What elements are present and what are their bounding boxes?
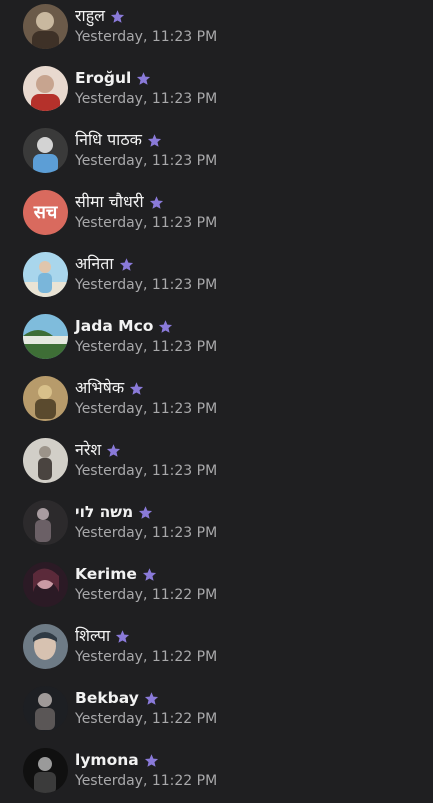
contact-row[interactable]: राहुल Yesterday, 11:23 PM xyxy=(0,0,433,62)
star-icon xyxy=(142,567,156,581)
contact-name-line: राहुल xyxy=(75,7,125,25)
contact-timestamp: Yesterday, 11:22 PM xyxy=(75,711,218,727)
contact-name: अनिता xyxy=(75,254,114,273)
contact-timestamp: Yesterday, 11:23 PM xyxy=(75,91,218,107)
contact-timestamp: Yesterday, 11:23 PM xyxy=(75,29,218,45)
avatar-photo-icon xyxy=(23,128,68,173)
star-icon xyxy=(144,691,158,705)
contact-name-line: משה לוי xyxy=(75,503,153,521)
avatar[interactable] xyxy=(23,4,68,49)
contact-timestamp: Yesterday, 11:22 PM xyxy=(75,773,218,789)
avatar-photo-icon xyxy=(23,686,68,731)
avatar[interactable] xyxy=(23,624,68,669)
contact-name: Bekbay xyxy=(75,689,139,707)
contact-name: Jada Mco xyxy=(75,317,154,335)
avatar-initials[interactable]: सच xyxy=(23,190,68,235)
contact-name-line: Kerime xyxy=(75,565,157,583)
contact-name: राहुल xyxy=(75,6,106,25)
contact-timestamp: Yesterday, 11:22 PM xyxy=(75,587,218,603)
avatar[interactable] xyxy=(23,314,68,359)
contact-row[interactable]: Kerime Yesterday, 11:22 PM xyxy=(0,558,433,620)
contact-timestamp: Yesterday, 11:23 PM xyxy=(75,339,218,355)
star-icon xyxy=(130,381,144,395)
avatar-photo-icon xyxy=(23,66,68,111)
contact-row[interactable]: अनिता Yesterday, 11:23 PM xyxy=(0,248,433,310)
avatar-photo-icon xyxy=(23,4,68,49)
avatar-photo-icon xyxy=(23,438,68,483)
contact-name-line: अनिता xyxy=(75,255,134,273)
contact-timestamp: Yesterday, 11:23 PM xyxy=(75,401,218,417)
avatar[interactable] xyxy=(23,748,68,793)
avatar[interactable] xyxy=(23,500,68,545)
avatar[interactable] xyxy=(23,128,68,173)
contact-name: अभिषेक xyxy=(75,378,125,397)
contact-timestamp: Yesterday, 11:23 PM xyxy=(75,525,218,541)
contact-name-line: अभिषेक xyxy=(75,379,144,397)
star-icon xyxy=(137,71,151,85)
contact-row[interactable]: משה לוי Yesterday, 11:23 PM xyxy=(0,496,433,558)
avatar-photo-icon xyxy=(23,562,68,607)
contact-name-line: नरेश xyxy=(75,441,121,459)
avatar-photo-icon xyxy=(23,376,68,421)
contact-name-line: निधि पाठक xyxy=(75,131,162,149)
contact-name-line: सीमा चौधरी xyxy=(75,193,164,211)
star-icon xyxy=(110,9,125,23)
contact-row[interactable]: नरेश Yesterday, 11:23 PM xyxy=(0,434,433,496)
contact-row[interactable]: Jada Mco Yesterday, 11:23 PM xyxy=(0,310,433,372)
contact-timestamp: Yesterday, 11:22 PM xyxy=(75,649,218,665)
avatar[interactable] xyxy=(23,376,68,421)
avatar[interactable] xyxy=(23,686,68,731)
contact-name: सीमा चौधरी xyxy=(75,192,144,211)
avatar-photo-icon xyxy=(23,624,68,669)
contact-timestamp: Yesterday, 11:23 PM xyxy=(75,153,218,169)
contact-row[interactable]: Eroğul Yesterday, 11:23 PM xyxy=(0,62,433,124)
contact-list: राहुल Yesterday, 11:23 PM Eroğul Yesterd… xyxy=(0,0,433,803)
contact-name: Kerime xyxy=(75,565,137,583)
avatar-photo-icon xyxy=(23,748,68,793)
contact-name: शिल्पा xyxy=(75,626,111,645)
contact-name-line: Eroğul xyxy=(75,69,151,87)
avatar-photo-icon xyxy=(23,314,68,359)
star-icon xyxy=(149,195,163,209)
contact-row[interactable]: अभिषेक Yesterday, 11:23 PM xyxy=(0,372,433,434)
contact-name: नरेश xyxy=(75,440,102,459)
avatar[interactable] xyxy=(23,438,68,483)
avatar-photo-icon xyxy=(23,252,68,297)
contact-row[interactable]: सच सीमा चौधरी Yesterday, 11:23 PM xyxy=(0,186,433,248)
contact-timestamp: Yesterday, 11:23 PM xyxy=(75,277,218,293)
avatar[interactable] xyxy=(23,252,68,297)
star-icon xyxy=(139,505,153,519)
avatar-photo-icon xyxy=(23,500,68,545)
contact-name-line: शिल्पा xyxy=(75,627,130,645)
contact-row[interactable]: lymona Yesterday, 11:22 PM xyxy=(0,744,433,803)
contact-row[interactable]: Bekbay Yesterday, 11:22 PM xyxy=(0,682,433,744)
star-icon xyxy=(159,319,173,333)
star-icon xyxy=(147,133,161,147)
contact-name: Eroğul xyxy=(75,69,132,87)
avatar[interactable] xyxy=(23,66,68,111)
contact-name: निधि पाठक xyxy=(75,130,142,149)
star-icon xyxy=(116,629,130,643)
contact-name: משה לוי xyxy=(75,503,134,521)
contact-timestamp: Yesterday, 11:23 PM xyxy=(75,463,218,479)
avatar[interactable] xyxy=(23,562,68,607)
contact-name: lymona xyxy=(75,751,139,769)
star-icon xyxy=(107,443,121,457)
contact-row[interactable]: निधि पाठक Yesterday, 11:23 PM xyxy=(0,124,433,186)
star-icon xyxy=(119,257,133,271)
contact-name-line: Bekbay xyxy=(75,689,159,707)
contact-name-line: Jada Mco xyxy=(75,317,173,335)
contact-row[interactable]: शिल्पा Yesterday, 11:22 PM xyxy=(0,620,433,682)
contact-timestamp: Yesterday, 11:23 PM xyxy=(75,215,218,231)
contact-name-line: lymona xyxy=(75,751,159,769)
star-icon xyxy=(144,753,158,767)
